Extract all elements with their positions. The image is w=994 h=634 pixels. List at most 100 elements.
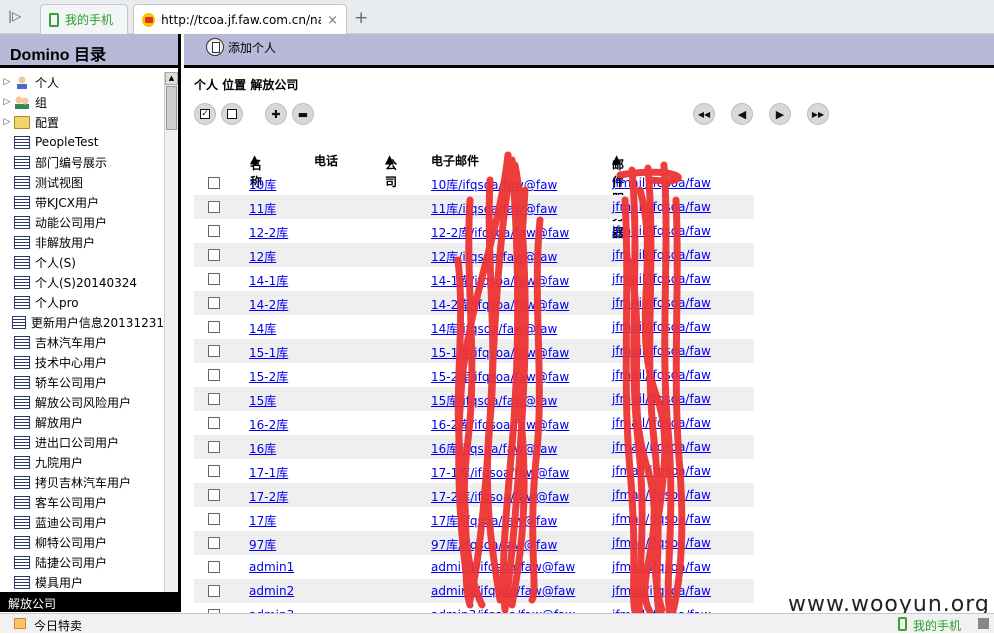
email-link[interactable]: 97库/ifqsoa/faw@faw — [431, 536, 557, 553]
row-checkbox[interactable] — [208, 201, 220, 213]
previous-page-button[interactable]: ◀ — [731, 103, 753, 125]
row-checkbox[interactable] — [208, 273, 220, 285]
email-link[interactable]: 12-2库/ifqsoa/faw@faw — [431, 224, 569, 241]
tree-item[interactable]: 个人(S)20140324 — [0, 272, 164, 292]
row-checkbox[interactable] — [208, 177, 220, 189]
column-header-name[interactable]: 名称 ▲ — [250, 152, 262, 189]
tree-item[interactable]: ▷ 个人 — [0, 72, 164, 92]
person-name-link[interactable]: 16-2库 — [249, 416, 288, 433]
mail-server-link[interactable]: jfmail/ifqsoa/faw — [612, 248, 711, 262]
mail-server-link[interactable]: jfmail/ifqsoa/faw — [612, 416, 711, 430]
row-checkbox[interactable] — [208, 537, 220, 549]
scroll-up-icon[interactable]: ▲ — [165, 72, 178, 85]
email-link[interactable]: 14-2库/ifqsoa/faw@faw — [431, 296, 569, 313]
person-name-link[interactable]: 15-1库 — [249, 344, 288, 361]
expand-twisty-icon[interactable]: ▷ — [0, 117, 14, 127]
row-checkbox[interactable] — [208, 345, 220, 357]
first-page-button[interactable]: ◀◀ — [693, 103, 715, 125]
close-tab-icon[interactable]: × — [327, 13, 338, 28]
tree-item[interactable]: ▷ 配置 — [0, 112, 164, 132]
row-checkbox[interactable] — [208, 225, 220, 237]
email-link[interactable]: 10库/ifqsoa/faw@faw — [431, 176, 557, 193]
email-link[interactable]: 12库/ifqsoa/faw@faw — [431, 248, 557, 265]
tree-item[interactable]: 测试视图 — [0, 172, 164, 192]
download-icon[interactable] — [978, 618, 989, 629]
deselect-all-button[interactable] — [221, 103, 243, 125]
person-name-link[interactable]: 11库 — [249, 200, 276, 217]
email-link[interactable]: admin1/ifqsoa/faw@faw — [431, 560, 575, 574]
column-header-company[interactable]: 公司 ▲ — [385, 152, 397, 189]
tree-item[interactable]: 蓝迪公司用户 — [0, 512, 164, 532]
mail-server-link[interactable]: jfmail/ifqsoa/faw — [612, 464, 711, 478]
email-link[interactable]: 11库/ifqsoa/faw@faw — [431, 200, 557, 217]
row-checkbox[interactable] — [208, 297, 220, 309]
email-link[interactable]: admin2/ifqsoa/faw@faw — [431, 584, 575, 598]
person-name-link[interactable]: 14库 — [249, 320, 276, 337]
new-tab-button[interactable]: + — [354, 8, 368, 28]
mail-server-link[interactable]: jfmail/ifqsoa/faw — [612, 584, 711, 598]
tree-item[interactable]: 解放公司风险用户 — [0, 392, 164, 412]
tree-item[interactable]: 非解放用户 — [0, 232, 164, 252]
scroll-thumb[interactable] — [166, 86, 177, 130]
tree-item[interactable]: 模具用户 — [0, 572, 164, 592]
row-checkbox[interactable] — [208, 417, 220, 429]
mail-server-link[interactable]: jfmail/ifqsoa/faw — [612, 224, 711, 238]
person-name-link[interactable]: 17库 — [249, 512, 276, 529]
person-name-link[interactable]: 15库 — [249, 392, 276, 409]
tree-item[interactable]: 进出口公司用户 — [0, 432, 164, 452]
mail-server-link[interactable]: jfmail/ifqsoa/faw — [612, 368, 711, 382]
person-name-link[interactable]: 17-1库 — [249, 464, 288, 481]
tree-item[interactable]: 陆捷公司用户 — [0, 552, 164, 572]
next-page-button[interactable]: ▶ — [769, 103, 791, 125]
person-name-link[interactable]: 14-1库 — [249, 272, 288, 289]
select-all-button[interactable]: ✓ — [194, 103, 216, 125]
row-checkbox[interactable] — [208, 441, 220, 453]
tree-item[interactable]: 动能公司用户 — [0, 212, 164, 232]
tree-item[interactable]: 轿车公司用户 — [0, 372, 164, 392]
email-link[interactable]: 15-1库/ifqsoa/faw@faw — [431, 344, 569, 361]
tree-item[interactable]: 拷贝吉林汽车用户 — [0, 472, 164, 492]
expand-all-button[interactable]: ✚ — [265, 103, 287, 125]
mail-server-link[interactable]: jfmail/ifqsoa/faw — [612, 176, 711, 190]
tree-item[interactable]: 个人(S) — [0, 252, 164, 272]
row-checkbox[interactable] — [208, 465, 220, 477]
row-checkbox[interactable] — [208, 321, 220, 333]
person-name-link[interactable]: 10库 — [249, 176, 276, 193]
my-phone-link[interactable]: 我的手机 — [913, 617, 961, 634]
tree-item[interactable]: 技术中心用户 — [0, 352, 164, 372]
person-name-link[interactable]: 14-2库 — [249, 296, 288, 313]
person-name-link[interactable]: admin2 — [249, 584, 294, 598]
tree-item[interactable]: 个人pro — [0, 292, 164, 312]
email-link[interactable]: 16库/ifqsoa/faw@faw — [431, 440, 557, 457]
row-checkbox[interactable] — [208, 249, 220, 261]
mail-server-link[interactable]: jfmail/ifqsoa/faw — [612, 488, 711, 502]
person-name-link[interactable]: 12库 — [249, 248, 276, 265]
mail-server-link[interactable]: jfmail/ifqsoa/faw — [612, 440, 711, 454]
row-checkbox[interactable] — [208, 489, 220, 501]
person-name-link[interactable]: 17-2库 — [249, 488, 288, 505]
email-link[interactable]: 15-2库/ifqsoa/faw@faw — [431, 368, 569, 385]
mail-server-link[interactable]: jfmail/ifqsoa/faw — [612, 536, 711, 550]
last-page-button[interactable]: ▶▶ — [807, 103, 829, 125]
browser-tab-active[interactable]: http://tcoa.jf.faw.com.cn/nar × — [133, 4, 347, 35]
mail-server-link[interactable]: jfmail/ifqsoa/faw — [612, 200, 711, 214]
person-name-link[interactable]: 16库 — [249, 440, 276, 457]
tree-item[interactable]: 客车公司用户 — [0, 492, 164, 512]
daily-deals-link[interactable]: 今日特卖 — [34, 617, 82, 634]
expand-twisty-icon[interactable]: ▷ — [0, 77, 14, 87]
expand-twisty-icon[interactable]: ▷ — [0, 97, 14, 107]
add-person-button[interactable]: 添加个人 — [206, 38, 276, 56]
mail-server-link[interactable]: jfmail/ifqsoa/faw — [612, 296, 711, 310]
row-checkbox[interactable] — [208, 513, 220, 525]
person-name-link[interactable]: 12-2库 — [249, 224, 288, 241]
mail-server-link[interactable]: jfmail/ifqsoa/faw — [612, 344, 711, 358]
mail-server-link[interactable]: jfmail/ifqsoa/faw — [612, 272, 711, 286]
row-checkbox[interactable] — [208, 585, 220, 597]
browser-tab-my-phone[interactable]: 我的手机 — [40, 4, 128, 34]
sidebar-toggle-icon[interactable]: |▷ — [8, 9, 30, 27]
person-name-link[interactable]: 97库 — [249, 536, 276, 553]
tree-item[interactable]: 吉林汽车用户 — [0, 332, 164, 352]
email-link[interactable]: 14-1库/ifqsoa/faw@faw — [431, 272, 569, 289]
tree-item[interactable]: PeopleTest — [0, 132, 164, 152]
tree-item[interactable]: 带KJCX用户 — [0, 192, 164, 212]
